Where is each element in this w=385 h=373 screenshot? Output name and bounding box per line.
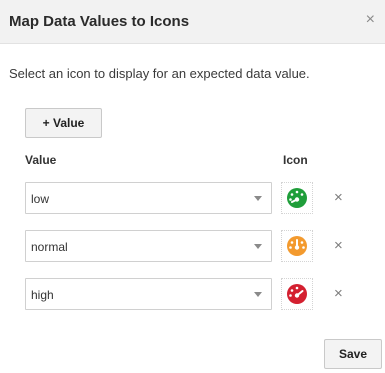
value-column-header: Value [25, 153, 57, 167]
chevron-down-icon [254, 292, 262, 297]
chevron-down-icon [254, 244, 262, 249]
icon-picker[interactable] [281, 182, 313, 214]
gauge-normal-icon [287, 236, 307, 256]
dialog-description: Select an icon to display for an expecte… [9, 66, 310, 81]
value-select[interactable]: normal [25, 230, 272, 262]
icon-picker[interactable] [281, 230, 313, 262]
add-value-button[interactable]: + Value [25, 108, 102, 138]
save-button[interactable]: Save [324, 339, 382, 369]
chevron-down-icon [254, 196, 262, 201]
value-select-text: high [31, 288, 54, 302]
icon-column-header: Icon [283, 153, 308, 167]
remove-row-icon[interactable]: × [334, 286, 343, 301]
map-data-values-dialog: Map Data Values to Icons × Select an ico… [0, 0, 385, 373]
dialog-header: Map Data Values to Icons × [0, 0, 385, 44]
value-select[interactable]: low [25, 182, 272, 214]
icon-picker[interactable] [281, 278, 313, 310]
close-icon[interactable]: × [366, 12, 375, 28]
dialog-title: Map Data Values to Icons [9, 13, 190, 30]
gauge-low-icon [287, 188, 307, 208]
remove-row-icon[interactable]: × [334, 238, 343, 253]
value-select-text: low [31, 192, 50, 206]
value-select[interactable]: high [25, 278, 272, 310]
value-select-text: normal [31, 240, 68, 254]
gauge-high-icon [287, 284, 307, 304]
remove-row-icon[interactable]: × [334, 190, 343, 205]
